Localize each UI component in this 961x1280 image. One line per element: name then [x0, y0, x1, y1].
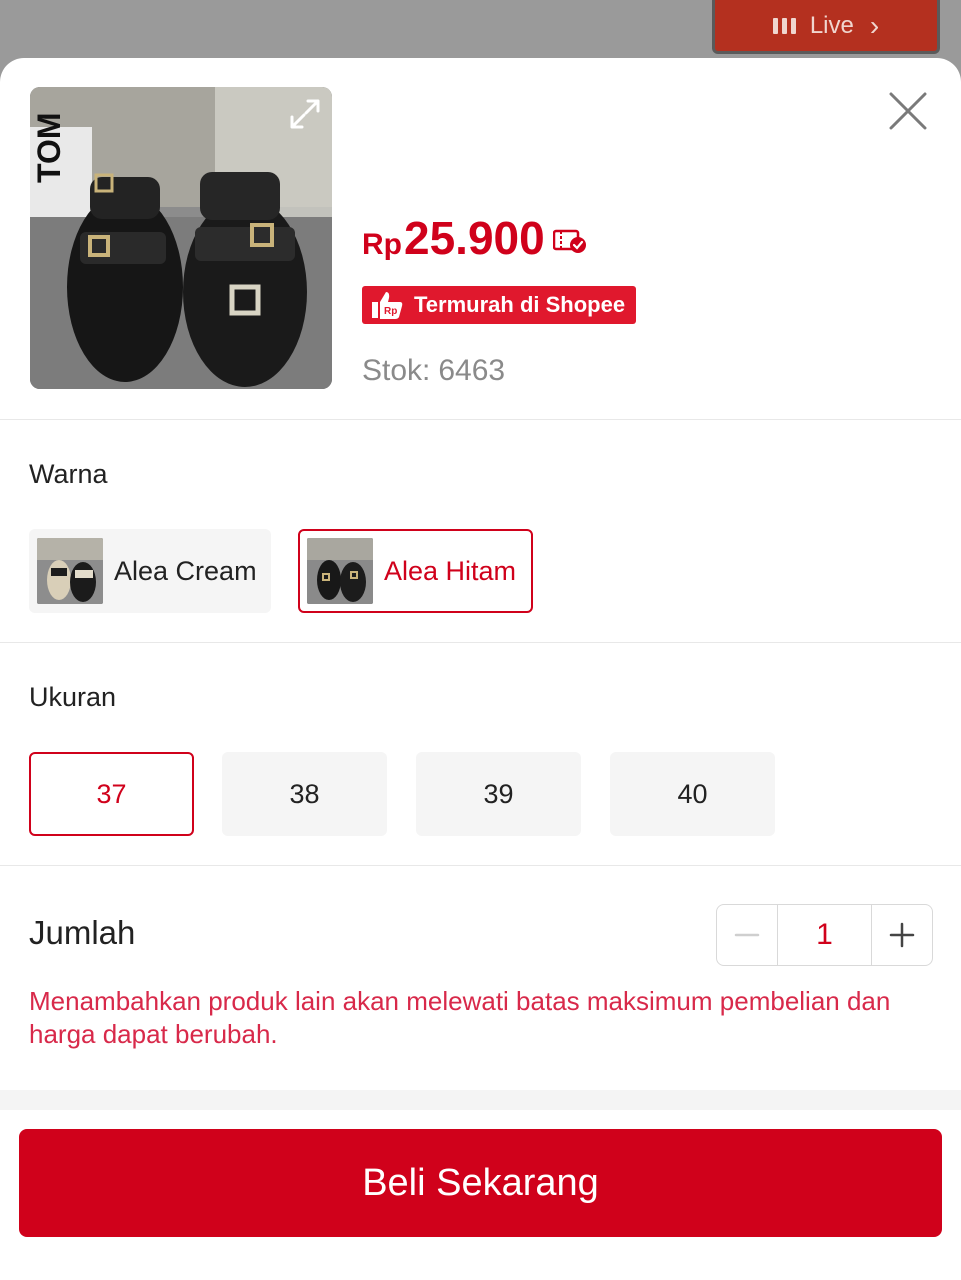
- badge-text: Termurah di Shopee: [414, 292, 626, 317]
- variant-thumbnail: [307, 538, 373, 604]
- quantity-stepper: 1: [716, 904, 933, 966]
- thumbs-up-rp-icon: Rp: [372, 292, 403, 319]
- divider: [0, 865, 961, 866]
- variant-option-alea-hitam[interactable]: Alea Hitam: [298, 529, 533, 613]
- quantity-label: Jumlah: [29, 914, 136, 951]
- quantity-value[interactable]: 1: [777, 905, 872, 965]
- svg-text:Rp: Rp: [384, 306, 397, 317]
- live-button[interactable]: Live ›: [712, 0, 940, 54]
- purchase-limit-warning: Menambahkan produk lain akan melewati ba…: [29, 986, 891, 1049]
- stock-value: 6463: [438, 354, 506, 387]
- svg-text:TOM: TOM: [31, 112, 67, 183]
- size-option-39[interactable]: 39: [416, 752, 581, 836]
- variant-label: Alea Hitam: [384, 555, 517, 586]
- stock-info: Stok: 6463: [362, 354, 505, 388]
- color-section-label: Warna: [29, 459, 108, 489]
- price-currency: Rp: [362, 228, 402, 261]
- size-option-38[interactable]: 38: [222, 752, 387, 836]
- product-image[interactable]: TOM: [30, 87, 332, 389]
- variant-thumbnail: [37, 538, 103, 604]
- price: Rp 25.900: [362, 211, 587, 265]
- close-icon[interactable]: [888, 91, 928, 131]
- decrease-button[interactable]: [717, 905, 777, 965]
- buy-now-button[interactable]: Beli Sekarang: [19, 1129, 942, 1237]
- chevron-right-icon: ›: [869, 9, 880, 41]
- size-section-label: Ukuran: [29, 682, 117, 712]
- expand-icon[interactable]: [288, 97, 322, 131]
- live-label: Live: [809, 11, 854, 39]
- divider-band: [0, 1090, 961, 1110]
- voucher-check-icon: [552, 229, 586, 253]
- minus-icon: [734, 933, 760, 937]
- live-bars-icon: [772, 17, 796, 34]
- divider: [0, 419, 961, 420]
- divider: [0, 642, 961, 643]
- price-amount: 25.900: [404, 212, 545, 264]
- variant-bottom-sheet: TOM Rp 25.900 Rp Termurah di Shopee Stok…: [0, 58, 961, 1280]
- variant-option-alea-cream[interactable]: Alea Cream: [29, 529, 271, 613]
- stock-label: Stok:: [362, 354, 431, 387]
- plus-icon: [889, 922, 915, 948]
- variant-label: Alea Cream: [114, 555, 257, 586]
- increase-button[interactable]: [872, 905, 932, 965]
- lowest-price-badge: Rp Termurah di Shopee: [362, 286, 636, 324]
- size-option-40[interactable]: 40: [610, 752, 775, 836]
- size-option-37[interactable]: 37: [29, 752, 194, 836]
